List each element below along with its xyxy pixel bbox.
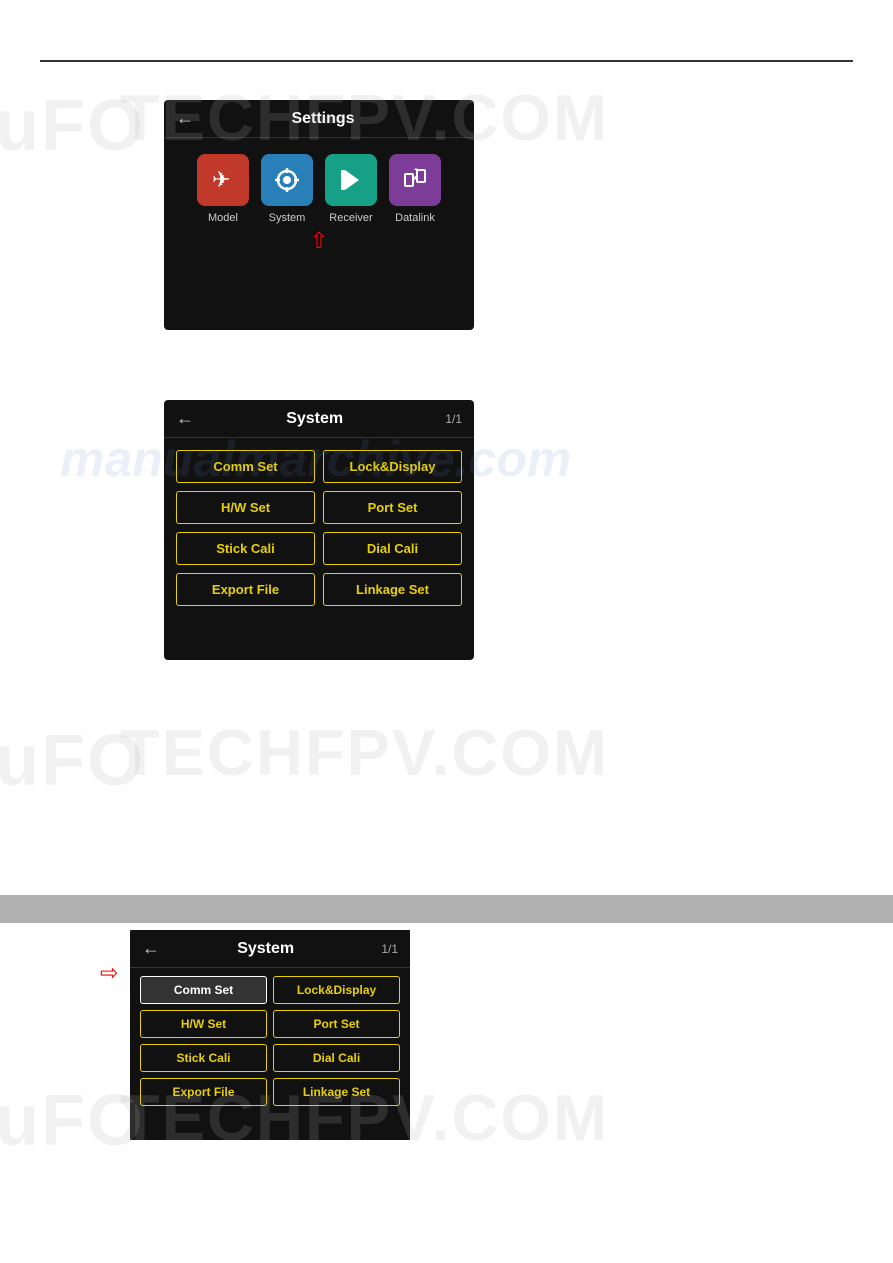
mid-btn-linkage-set[interactable]: Linkage Set [323, 573, 462, 606]
bot-btn-stick-cali[interactable]: Stick Cali [140, 1044, 267, 1072]
bot-btn-dial-cali[interactable]: Dial Cali [273, 1044, 400, 1072]
mid-btn-stick-cali[interactable]: Stick Cali [176, 532, 315, 565]
bottom-row: ← System 1/1 Comm Set Lock&Display H/W S… [130, 930, 410, 1140]
section-divider [0, 895, 893, 923]
system-bot-title: System [170, 940, 361, 958]
bot-btn-linkage-set[interactable]: Linkage Set [273, 1078, 400, 1106]
system-screen-bot: ← System 1/1 Comm Set Lock&Display H/W S… [130, 930, 410, 1140]
comm-set-right-arrow: ⇨ [100, 960, 118, 986]
model-label: Model [208, 212, 238, 224]
system-icon [261, 154, 313, 206]
mid-btn-port-set[interactable]: Port Set [323, 491, 462, 524]
datalink-icon [389, 154, 441, 206]
bot-btn-export-file[interactable]: Export File [140, 1078, 267, 1106]
system-bot-back[interactable]: ← [142, 938, 160, 959]
settings-screen: ← Settings ✈ Model [164, 100, 474, 330]
datalink-label: Datalink [395, 212, 435, 224]
icon-item-datalink[interactable]: Datalink [389, 154, 441, 224]
settings-icon-grid: ✈ Model System [164, 138, 474, 232]
system-mid-title: System [204, 410, 425, 428]
receiver-icon [325, 154, 377, 206]
settings-back-arrow[interactable]: ← [176, 108, 194, 129]
mid-btn-dial-cali[interactable]: Dial Cali [323, 532, 462, 565]
system-mid-menu: Comm Set Lock&Display H/W Set Port Set S… [164, 438, 474, 618]
system-mid-page: 1/1 [445, 412, 462, 426]
bot-btn-lock-display[interactable]: Lock&Display [273, 976, 400, 1004]
receiver-label: Receiver [329, 212, 372, 224]
bot-btn-port-set[interactable]: Port Set [273, 1010, 400, 1038]
system-label: System [269, 212, 306, 224]
mid-btn-export-file[interactable]: Export File [176, 573, 315, 606]
icon-item-receiver[interactable]: Receiver [325, 154, 377, 224]
icon-item-model[interactable]: ✈ Model [197, 154, 249, 224]
system-mid-back[interactable]: ← [176, 408, 194, 429]
icon-item-system[interactable]: System [261, 154, 313, 224]
mid-btn-lock-display[interactable]: Lock&Display [323, 450, 462, 483]
bot-btn-hw-set[interactable]: H/W Set [140, 1010, 267, 1038]
system-bot-menu: Comm Set Lock&Display H/W Set Port Set S… [130, 968, 410, 1114]
svg-text:✈: ✈ [212, 167, 230, 192]
top-divider [40, 60, 853, 62]
mid-btn-hw-set[interactable]: H/W Set [176, 491, 315, 524]
system-bot-page: 1/1 [381, 942, 398, 956]
bot-btn-comm-set[interactable]: Comm Set [140, 976, 267, 1004]
mid-btn-comm-set[interactable]: Comm Set [176, 450, 315, 483]
system-screen-mid: ← System 1/1 Comm Set Lock&Display H/W S… [164, 400, 474, 660]
system-up-arrow: ⇧ [164, 228, 474, 254]
model-icon: ✈ [197, 154, 249, 206]
settings-title: Settings [204, 110, 442, 128]
